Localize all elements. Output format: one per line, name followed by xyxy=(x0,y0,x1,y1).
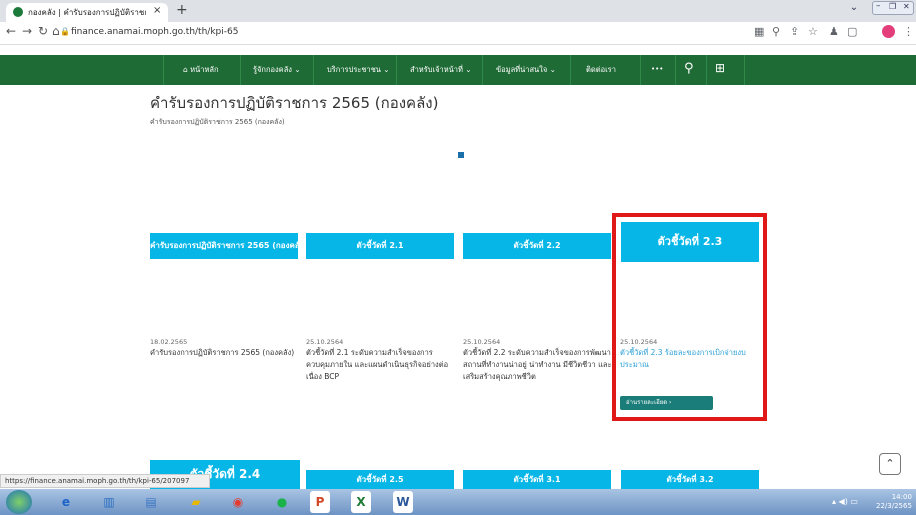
nav-about[interactable]: รู้จักกองคลัง ⌄ xyxy=(253,64,301,76)
home-icon[interactable]: ⌂ xyxy=(52,24,60,38)
browser-tab[interactable]: กองคลัง | คำรับรองการปฏิบัติราชการ × xyxy=(6,3,168,22)
loading-indicator xyxy=(458,152,464,158)
card-2-description[interactable]: ตัวชี้วัดที่ 2.1 ระดับความสำเร็จของการคว… xyxy=(306,347,456,383)
nav-divider xyxy=(706,55,707,85)
card-1-header[interactable]: คำรับรองการปฏิบัติราชการ 2565 (กองคลัง) xyxy=(150,233,298,259)
tab-search-icon[interactable]: ⌄ xyxy=(846,0,862,18)
browser-tab-strip: กองคลัง | คำรับรองการปฏิบัติราชการ × + ⌄… xyxy=(0,0,916,22)
chevron-down-icon: ⌄ xyxy=(462,65,472,74)
tab-title: กองคลัง | คำรับรองการปฏิบัติราชการ xyxy=(28,8,146,17)
start-button[interactable] xyxy=(6,490,32,514)
card-8-header[interactable]: ตัวชี้วัดที่ 3.2 xyxy=(621,470,759,489)
breadcrumb[interactable]: คำรับรองการปฏิบัติราชการ 2565 (กองคลัง) xyxy=(150,117,285,128)
excel-icon[interactable]: X xyxy=(351,491,371,513)
scroll-to-top-button[interactable]: ⌃ xyxy=(879,453,901,475)
search-icon[interactable]: ⚲ xyxy=(684,61,694,76)
site-navigation: ⌂ หน้าหลัก รู้จักกองคลัง ⌄ บริการประชาชน… xyxy=(0,55,916,85)
nav-divider xyxy=(313,55,314,85)
card-3-description[interactable]: ตัวชี้วัดที่ 2.2 ระดับความสำเร็จของการพั… xyxy=(463,347,613,383)
window-controls: – ❐ ✕ xyxy=(872,1,914,15)
nav-home[interactable]: ⌂ หน้าหลัก xyxy=(183,64,219,76)
card-1-date: 18.02.2565 xyxy=(150,338,188,346)
nav-divider xyxy=(240,55,241,85)
nav-info[interactable]: ข้อมูลที่น่าสนใจ ⌄ xyxy=(496,64,556,76)
profile-avatar[interactable] xyxy=(882,25,895,38)
maximize-icon[interactable]: ❐ xyxy=(889,2,896,11)
taskbar-clock[interactable]: 14:00 22/3/2565 xyxy=(876,493,912,511)
file-manager-icon[interactable]: ▤ xyxy=(137,491,165,513)
windows-explorer-icon[interactable]: ▥ xyxy=(95,491,123,513)
word-icon[interactable]: W xyxy=(393,491,413,513)
page-title: คำรับรองการปฏิบัติราชการ 2565 (กองคลัง) xyxy=(150,94,439,112)
nav-info-label: ข้อมูลที่น่าสนใจ xyxy=(496,65,548,74)
nav-staff[interactable]: สำหรับเจ้าหน้าที่ ⌄ xyxy=(410,64,472,76)
nav-public-services[interactable]: บริการประชาชน ⌄ xyxy=(327,64,390,76)
taskbar: e ▥ ▤ ▰ ◉ ● P X W ▴ ◀) ▭ xyxy=(0,489,916,515)
card-2-date: 25.10.2564 xyxy=(306,338,344,346)
close-window-icon[interactable]: ✕ xyxy=(903,2,910,11)
menu-icon[interactable]: ⋮ xyxy=(903,25,914,38)
card-3-header[interactable]: ตัวชี้วัดที่ 2.2 xyxy=(463,233,611,259)
chrome-icon[interactable]: ◉ xyxy=(224,491,252,513)
nav-staff-label: สำหรับเจ้าหน้าที่ xyxy=(410,65,463,74)
nav-divider xyxy=(482,55,483,85)
link-status-bar: https://finance.anamai.moph.go.th/th/kpi… xyxy=(0,474,210,488)
nav-contact[interactable]: ติดต่อเรา xyxy=(586,64,616,76)
address-bar[interactable]: finance.anamai.moph.go.th/th/kpi-65 xyxy=(71,27,238,37)
clock-date: 22/3/2565 xyxy=(876,502,912,510)
internet-explorer-icon[interactable]: e xyxy=(52,491,80,513)
chevron-down-icon: ⌄ xyxy=(380,65,390,74)
extension-icon[interactable]: ♟ xyxy=(829,25,839,38)
zoom-icon[interactable]: ⚲ xyxy=(772,25,780,38)
share-icon[interactable]: ⇪ xyxy=(790,25,799,38)
line-app-icon[interactable]: ● xyxy=(268,491,296,513)
new-tab-button[interactable]: + xyxy=(176,2,188,18)
nav-about-label: รู้จักกองคลัง xyxy=(253,65,292,74)
nav-divider xyxy=(675,55,676,85)
lock-icon[interactable]: 🔒 xyxy=(60,27,70,36)
nav-contact-label: ติดต่อเรา xyxy=(586,65,616,74)
chevron-down-icon: ⌄ xyxy=(547,65,556,74)
powerpoint-icon[interactable]: P xyxy=(310,491,330,513)
sitemap-icon[interactable]: ⊞ xyxy=(715,61,725,75)
nav-divider xyxy=(396,55,397,85)
reload-icon[interactable]: ↻ xyxy=(38,24,48,38)
clock-time: 14:00 xyxy=(891,493,912,501)
nav-more-button[interactable]: ••• xyxy=(651,65,663,73)
back-icon[interactable]: ← xyxy=(6,24,16,38)
side-panel-icon[interactable]: ▢ xyxy=(847,25,857,38)
highlight-box xyxy=(612,213,767,421)
nav-divider xyxy=(640,55,641,85)
nav-divider xyxy=(163,55,164,85)
site-favicon-icon xyxy=(13,7,23,17)
nav-public-services-label: บริการประชาชน xyxy=(327,65,381,74)
card-7-header[interactable]: ตัวชี้วัดที่ 3.1 xyxy=(463,470,611,489)
chevron-down-icon: ⌄ xyxy=(291,65,301,74)
bookmark-star-icon[interactable]: ☆ xyxy=(808,25,818,38)
forward-icon[interactable]: → xyxy=(22,24,32,38)
nav-home-label: หน้าหลัก xyxy=(190,65,219,74)
browser-toolbar: ← → ↻ ⌂ 🔒 finance.anamai.moph.go.th/th/k… xyxy=(0,22,916,45)
folder-icon[interactable]: ▰ xyxy=(182,491,210,513)
nav-divider xyxy=(744,55,745,85)
translate-icon[interactable]: ▦ xyxy=(754,25,764,38)
nav-divider xyxy=(570,55,571,85)
card-3-date: 25.10.2564 xyxy=(463,338,501,346)
card-6-header[interactable]: ตัวชี้วัดที่ 2.5 xyxy=(306,470,454,489)
minimize-icon[interactable]: – xyxy=(876,1,881,11)
tray-icons[interactable]: ▴ ◀) ▭ xyxy=(832,497,858,506)
card-1-description[interactable]: คำรับรองการปฏิบัติราชการ 2565 (กองคลัง) xyxy=(150,347,298,359)
card-2-header[interactable]: ตัวชี้วัดที่ 2.1 xyxy=(306,233,454,259)
tab-close-button[interactable]: × xyxy=(153,5,161,16)
